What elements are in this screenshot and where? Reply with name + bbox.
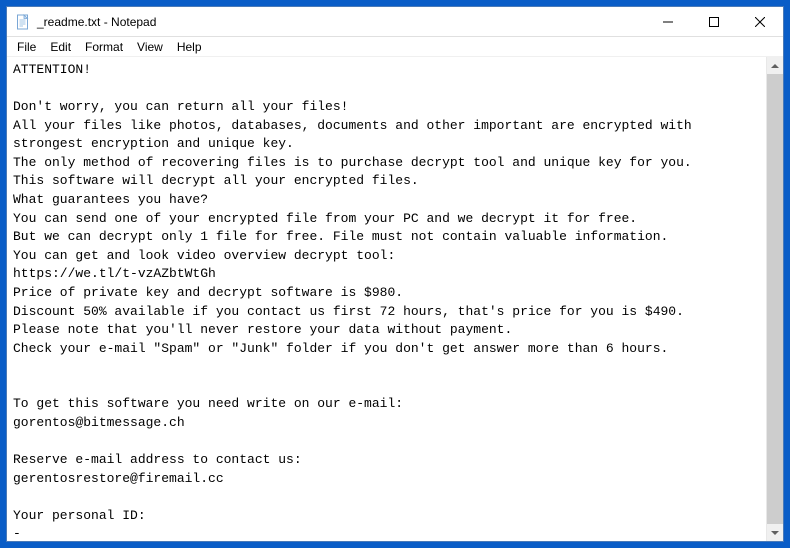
close-button[interactable] [737,7,783,36]
minimize-button[interactable] [645,7,691,36]
chevron-down-icon [771,531,779,535]
maximize-button[interactable] [691,7,737,36]
notepad-file-icon [15,14,31,30]
window-title: _readme.txt - Notepad [37,15,156,29]
notepad-window: _readme.txt - Notepad File Edit Format V… [6,6,784,542]
titlebar-left: _readme.txt - Notepad [7,14,156,30]
scroll-thumb[interactable] [767,74,783,524]
content-area: ATTENTION! Don't worry, you can return a… [7,57,783,541]
scroll-track[interactable] [767,74,783,524]
chevron-up-icon [771,64,779,68]
scroll-up-button[interactable] [767,57,783,74]
text-editor[interactable]: ATTENTION! Don't worry, you can return a… [7,57,766,541]
menu-format[interactable]: Format [79,38,129,56]
titlebar[interactable]: _readme.txt - Notepad [7,7,783,37]
scroll-down-button[interactable] [767,524,783,541]
window-controls [645,7,783,36]
menu-view[interactable]: View [131,38,169,56]
vertical-scrollbar[interactable] [766,57,783,541]
menu-help[interactable]: Help [171,38,208,56]
menubar: File Edit Format View Help [7,37,783,57]
menu-file[interactable]: File [11,38,42,56]
menu-edit[interactable]: Edit [44,38,77,56]
